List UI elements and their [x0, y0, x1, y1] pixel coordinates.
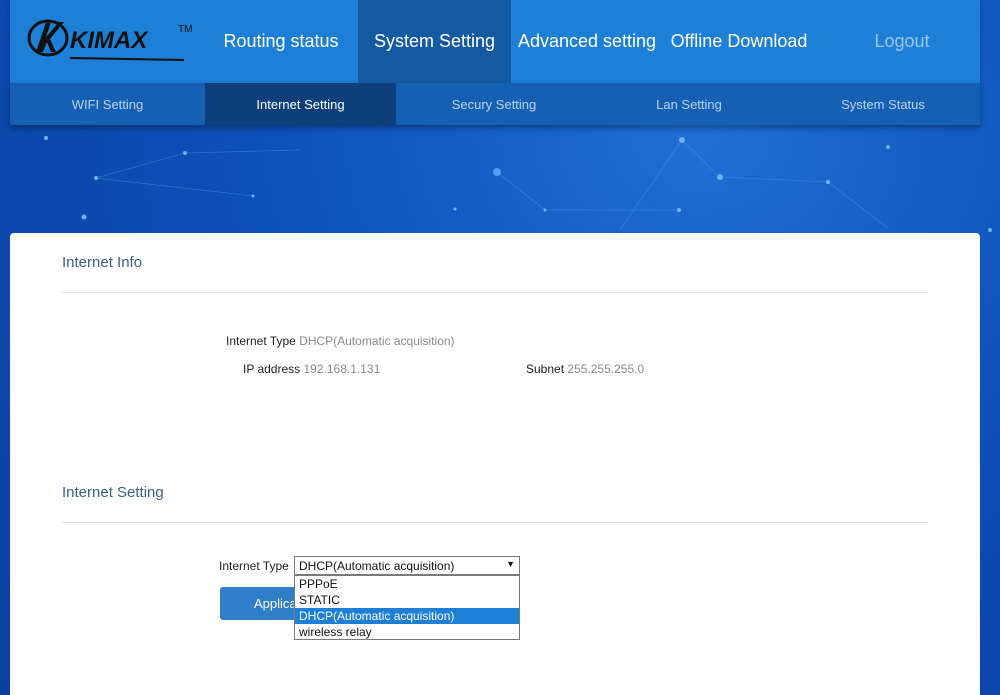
internet-type-select[interactable]: DHCP(Automatic acquisition) ▼	[294, 556, 520, 575]
info-subnet-label: Subnet	[526, 362, 565, 376]
info-subnet-value: 255.255.255.0	[567, 362, 645, 376]
nav-routing-status[interactable]: Routing status	[211, 0, 351, 83]
option-pppoe[interactable]: PPPoE	[295, 576, 519, 592]
top-navigation-bar: KIMAX TM Routing status System Setting A…	[10, 0, 980, 83]
internet-setting-title: Internet Setting	[62, 484, 164, 501]
info-internet-type-value: DHCP(Automatic acquisition)	[299, 334, 455, 348]
info-internet-type: Internet Type DHCP(Automatic acquisition…	[226, 334, 455, 348]
internet-type-selected-value: DHCP(Automatic acquisition)	[299, 558, 455, 573]
tab-internet-setting[interactable]: Internet Setting	[205, 83, 396, 125]
nav-advanced-setting[interactable]: Advanced setting	[514, 0, 660, 83]
info-ip-value: 192.168.1.131	[303, 362, 381, 376]
svg-text:KIMAX: KIMAX	[70, 27, 149, 54]
dropdown-arrow-icon: ▼	[506, 559, 515, 569]
svg-text:TM: TM	[178, 24, 192, 35]
divider	[62, 522, 928, 523]
info-subnet: Subnet 255.255.255.0	[526, 362, 644, 376]
info-internet-type-label: Internet Type	[226, 334, 296, 348]
kimax-logo[interactable]: KIMAX TM	[26, 12, 206, 70]
sub-navigation-bar: WIFI Setting Internet Setting Secury Set…	[10, 83, 980, 125]
info-ip-address: IP address 192.168.1.131	[243, 362, 380, 376]
internet-info-title: Internet Info	[62, 254, 143, 271]
content-panel: Internet Info Internet Type DHCP(Automat…	[10, 233, 980, 695]
tab-wifi-setting[interactable]: WIFI Setting	[10, 83, 205, 125]
info-ip-label: IP address	[243, 362, 301, 376]
divider	[62, 292, 928, 293]
tab-security-setting[interactable]: Secury Setting	[396, 83, 592, 125]
internet-type-label: Internet Type	[219, 559, 289, 573]
internet-type-dropdown-list: PPPoE STATIC DHCP(Automatic acquisition)…	[294, 575, 520, 640]
option-dhcp[interactable]: DHCP(Automatic acquisition)	[295, 608, 519, 624]
nav-system-setting[interactable]: System Setting	[358, 0, 511, 83]
option-wireless-relay[interactable]: wireless relay	[295, 624, 519, 640]
option-static[interactable]: STATIC	[295, 592, 519, 608]
logout-button[interactable]: Logout	[856, 0, 948, 83]
tab-lan-setting[interactable]: Lan Setting	[592, 83, 786, 125]
tab-system-status[interactable]: System Status	[786, 83, 980, 125]
nav-offline-download[interactable]: Offline Download	[666, 0, 812, 83]
